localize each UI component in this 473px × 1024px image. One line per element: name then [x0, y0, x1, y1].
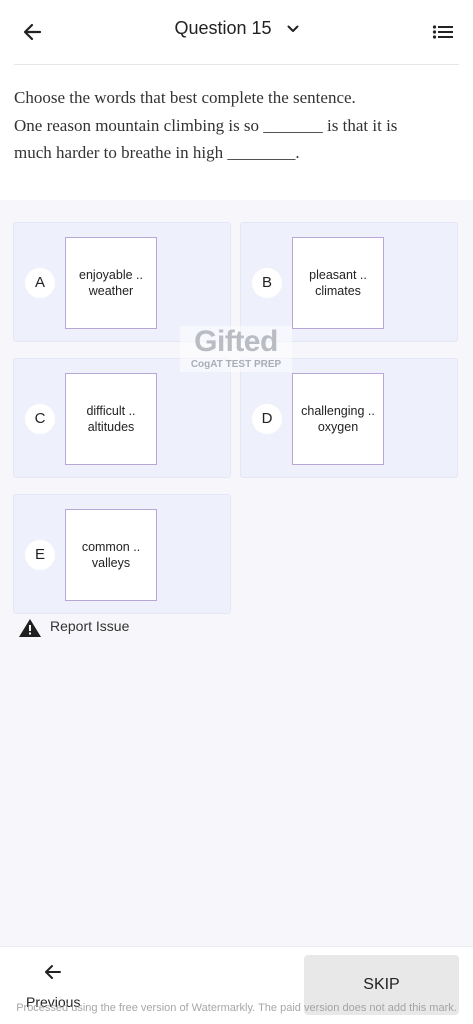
option-word-2: altitudes — [87, 419, 135, 434]
gifted-watermark: Gifted CogAT TEST PREP — [180, 326, 292, 372]
option-word-1: challenging .. — [301, 404, 375, 418]
previous-button[interactable] — [43, 963, 63, 981]
option-letter: E — [25, 540, 55, 570]
question-selector[interactable]: Question 15 — [0, 18, 473, 39]
header: Question 15 — [0, 0, 473, 64]
watermark-logo: Gifted — [194, 325, 278, 358]
chevron-down-icon — [287, 18, 299, 39]
option-letter: C — [25, 404, 55, 434]
option-letter: B — [252, 268, 282, 298]
option-text: difficult .. altitudes — [66, 404, 156, 435]
option-word-1: difficult .. — [86, 404, 136, 418]
list-icon — [432, 25, 453, 39]
option-word-1: enjoyable .. — [79, 268, 143, 282]
question-text: Choose the words that best complete the … — [14, 84, 459, 167]
option-e[interactable]: E common .. valleys — [13, 494, 231, 614]
option-card: enjoyable .. weather — [65, 237, 157, 329]
report-issue-label: Report Issue — [50, 618, 130, 634]
option-letter: A — [25, 268, 55, 298]
option-a[interactable]: A enjoyable .. weather — [13, 222, 231, 342]
watermark-subtitle: CogAT TEST PREP — [190, 359, 282, 370]
watermarkly-note: Processed using the free version of Wate… — [16, 1002, 457, 1014]
option-text: enjoyable .. weather — [66, 268, 156, 299]
option-d[interactable]: D challenging .. oxygen — [240, 358, 458, 478]
option-word-1: common .. — [81, 540, 141, 554]
option-word-2: weather — [88, 283, 134, 298]
report-issue-link[interactable]: Report Issue — [18, 617, 198, 639]
option-text: challenging .. oxygen — [293, 404, 383, 435]
option-card: challenging .. oxygen — [292, 373, 384, 465]
arrow-left-icon — [45, 965, 61, 979]
option-word-2: oxygen — [317, 419, 359, 434]
skip-label: SKIP — [363, 976, 400, 993]
option-card: difficult .. altitudes — [65, 373, 157, 465]
option-word-1: pleasant .. — [309, 268, 367, 282]
question-line-2: One reason mountain climbing is so _____… — [14, 115, 398, 135]
option-card: common .. valleys — [65, 509, 157, 601]
option-word-2: valleys — [91, 555, 131, 570]
question-line-1: Choose the words that best complete the … — [14, 88, 356, 107]
option-text: pleasant .. climates — [293, 268, 383, 299]
warning-icon — [19, 619, 41, 637]
question-line-3: much harder to breathe in high ________. — [14, 143, 300, 162]
option-letter: D — [252, 404, 282, 434]
option-c[interactable]: C difficult .. altitudes — [13, 358, 231, 478]
page-title: Question 15 — [174, 18, 272, 38]
header-divider — [14, 64, 459, 65]
question-list-button[interactable] — [432, 22, 454, 42]
option-text: common .. valleys — [66, 540, 156, 571]
option-card: pleasant .. climates — [292, 237, 384, 329]
option-b[interactable]: B pleasant .. climates — [240, 222, 458, 342]
option-word-2: climates — [315, 283, 361, 298]
